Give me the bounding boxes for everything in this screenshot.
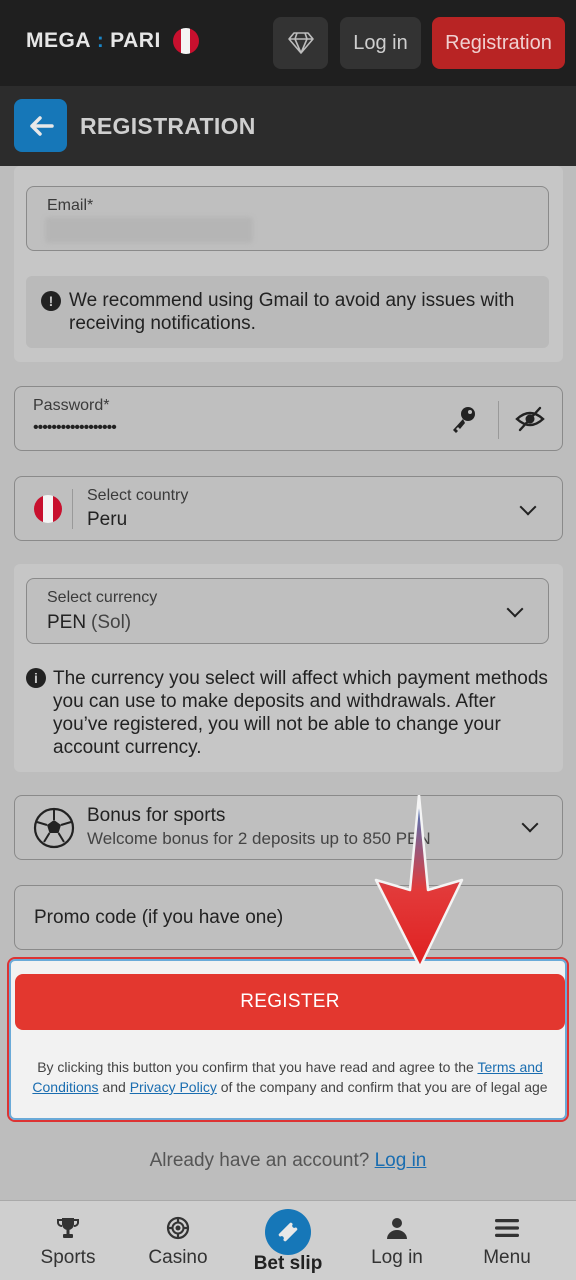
email-value-redacted [45, 217, 253, 243]
chevron-down-icon [519, 498, 537, 516]
bet-slip-icon[interactable] [265, 1209, 311, 1255]
back-button[interactable] [14, 99, 67, 152]
email-card: Email* ! We recommend using Gmail to avo… [14, 166, 563, 362]
header-registration-button[interactable]: Registration [432, 17, 565, 69]
register-button[interactable]: REGISTER [15, 974, 565, 1030]
user-icon [385, 1215, 409, 1241]
arrow-left-icon [29, 115, 54, 136]
country-select[interactable]: Select country Peru [14, 476, 563, 541]
already-text: Already have an account? [149, 1150, 375, 1171]
eye-off-icon[interactable] [515, 405, 545, 438]
terms-suffix: of the company and confirm that you are … [216, 1079, 548, 1095]
bottom-navigation: Sports Casino Bet slip Log in Menu [0, 1200, 576, 1280]
divider [498, 401, 499, 439]
gmail-notice-text: We recommend using Gmail to avoid any is… [69, 290, 515, 334]
page-header: REGISTRATION [0, 86, 576, 166]
password-value: •••••••••••••••••• [33, 419, 117, 436]
nav-menu-label: Menu [483, 1247, 531, 1268]
terms-text: By clicking this button you confirm that… [25, 1057, 555, 1097]
logo-pari: PARI [110, 29, 161, 52]
nav-casino-label: Casino [148, 1247, 208, 1268]
chevron-down-icon [521, 815, 539, 833]
header-login-button[interactable]: Log in [340, 17, 421, 69]
nav-sports[interactable]: Sports [28, 1201, 108, 1280]
logo-mega: MEGA [26, 29, 91, 52]
nav-login-label: Log in [371, 1247, 423, 1268]
exclamation-icon: ! [41, 291, 61, 311]
nav-login[interactable]: Log in [357, 1201, 437, 1280]
email-field[interactable]: Email* [26, 186, 549, 251]
currency-card: Select currency PEN (Sol) i The currency… [14, 564, 563, 772]
red-arrow-annotation [374, 795, 464, 969]
nav-casino[interactable]: Casino [138, 1201, 218, 1280]
megapari-logo[interactable]: MEGA: PARI [26, 28, 199, 54]
bonus-select[interactable]: Bonus for sports Welcome bonus for 2 dep… [14, 795, 563, 860]
gmail-notice: ! We recommend using Gmail to avoid any … [26, 276, 549, 348]
divider [72, 489, 73, 529]
page-title: REGISTRATION [80, 113, 256, 139]
currency-label: Select currency [47, 589, 158, 606]
country-value: Peru [87, 509, 128, 530]
top-header: MEGA: PARI Log in Registration [0, 0, 576, 86]
password-label: Password* [33, 397, 110, 414]
casino-chip-icon [166, 1215, 190, 1241]
vip-diamond-button[interactable] [273, 17, 328, 69]
currency-select[interactable]: Select currency PEN (Sol) [26, 578, 549, 644]
nav-sports-label: Sports [40, 1247, 96, 1268]
email-label: Email* [47, 197, 94, 214]
info-icon: i [26, 668, 46, 688]
peru-flag-icon [172, 28, 199, 54]
logo-separator: : [97, 29, 105, 52]
terms-and: and [98, 1079, 130, 1095]
bonus-title: Bonus for sports [87, 805, 226, 826]
key-icon[interactable] [448, 403, 480, 440]
soccer-ball-icon [33, 807, 75, 854]
promo-code-placeholder: Promo code (if you have one) [34, 907, 284, 928]
trophy-icon [56, 1215, 80, 1241]
currency-name: (Sol) [91, 612, 132, 633]
privacy-policy-link[interactable]: Privacy Policy [130, 1079, 217, 1095]
currency-code: PEN [47, 612, 87, 633]
register-panel: REGISTER By clicking this button you con… [7, 957, 569, 1122]
password-field[interactable]: Password* •••••••••••••••••• [14, 386, 563, 451]
nav-menu[interactable]: Menu [467, 1201, 547, 1280]
login-link[interactable]: Log in [375, 1150, 427, 1171]
promo-code-input[interactable]: Promo code (if you have one) [14, 885, 563, 950]
chevron-down-icon [506, 600, 524, 618]
terms-prefix: By clicking this button you confirm that… [37, 1059, 478, 1075]
currency-notice-text: The currency you select will affect whic… [53, 668, 548, 758]
already-have-account: Already have an account? Log in [0, 1150, 576, 1172]
nav-betslip-label: Bet slip [253, 1253, 323, 1274]
menu-icon [494, 1215, 520, 1241]
peru-flag-icon [34, 495, 62, 523]
country-label: Select country [87, 487, 189, 504]
diamond-icon [287, 32, 314, 54]
